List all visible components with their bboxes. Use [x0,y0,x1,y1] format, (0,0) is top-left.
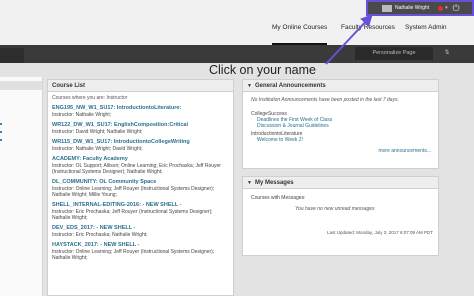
callout-arrow [325,14,373,65]
arrow-line [325,14,373,65]
callout-text: Click on your name [209,63,316,77]
